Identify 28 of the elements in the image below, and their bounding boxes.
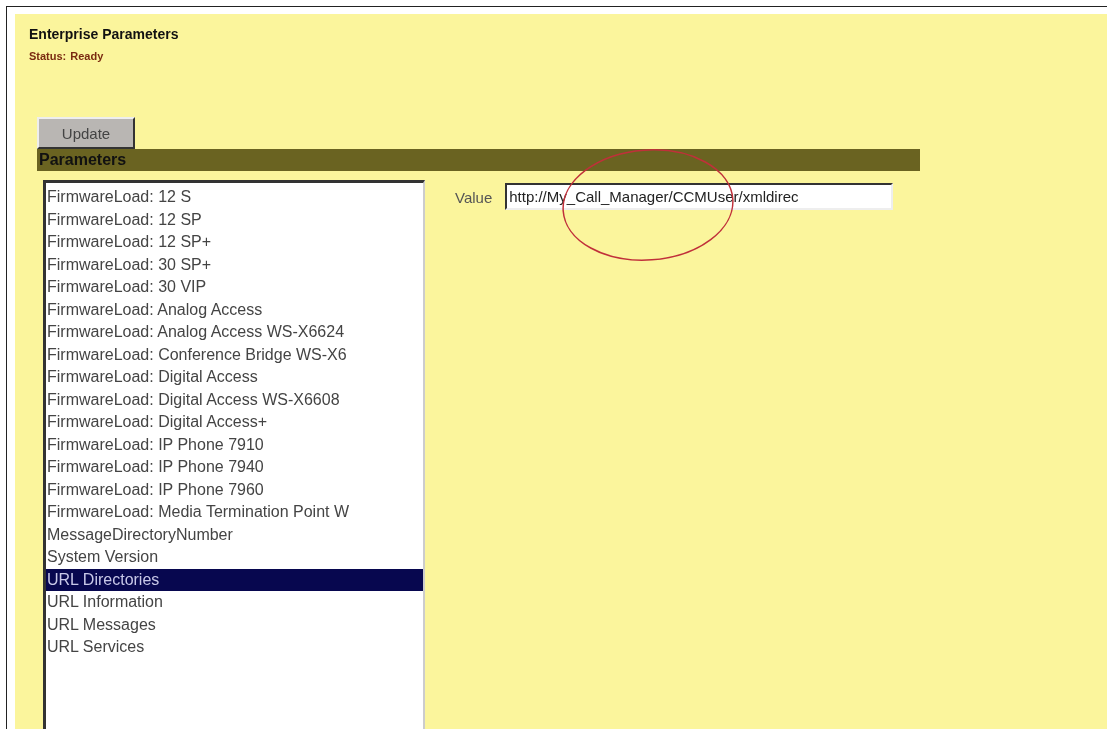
status-label: Status:: [29, 50, 67, 62]
list-item[interactable]: FirmwareLoad: Digital Access: [46, 366, 423, 389]
list-item[interactable]: FirmwareLoad: 30 VIP: [46, 276, 423, 299]
list-item[interactable]: FirmwareLoad: IP Phone 7960: [46, 478, 423, 501]
list-item[interactable]: FirmwareLoad: Digital Access+: [46, 411, 423, 434]
list-item[interactable]: FirmwareLoad: 12 SP: [46, 208, 423, 231]
list-item[interactable]: URL Services: [46, 636, 423, 659]
list-item[interactable]: FirmwareLoad: Conference Bridge WS-X6: [46, 343, 423, 366]
parameter-list[interactable]: [43, 180, 425, 729]
list-item[interactable]: MessageDirectoryNumber: [46, 523, 423, 546]
list-item[interactable]: FirmwareLoad: Analog Access: [46, 298, 423, 321]
list-item[interactable]: URL Information: [46, 591, 423, 614]
list-item[interactable]: FirmwareLoad: Media Termination Point W: [46, 501, 423, 524]
list-item[interactable]: FirmwareLoad: 30 SP+: [46, 253, 423, 276]
list-item[interactable]: FirmwareLoad: IP Phone 7940: [46, 456, 423, 479]
update-button[interactable]: Update: [37, 117, 135, 149]
list-item[interactable]: FirmwareLoad: Analog Access WS-X6624: [46, 321, 423, 344]
list-item[interactable]: FirmwareLoad: Digital Access WS-X6608: [46, 388, 423, 411]
status-text: Ready: [70, 50, 104, 62]
list-item[interactable]: FirmwareLoad: 12 SP+: [46, 231, 423, 254]
list-item[interactable]: URL Directories: [46, 568, 423, 591]
page-title: Enterprise Parameters: [29, 26, 180, 42]
value-label: Value: [455, 189, 493, 206]
section-header: Parameters: [37, 149, 920, 171]
list-item[interactable]: System Version: [46, 546, 423, 569]
list-item[interactable]: URL Messages: [46, 613, 423, 636]
list-item[interactable]: FirmwareLoad: IP Phone 7910: [46, 433, 423, 456]
list-item[interactable]: FirmwareLoad: 12 S: [46, 186, 423, 209]
